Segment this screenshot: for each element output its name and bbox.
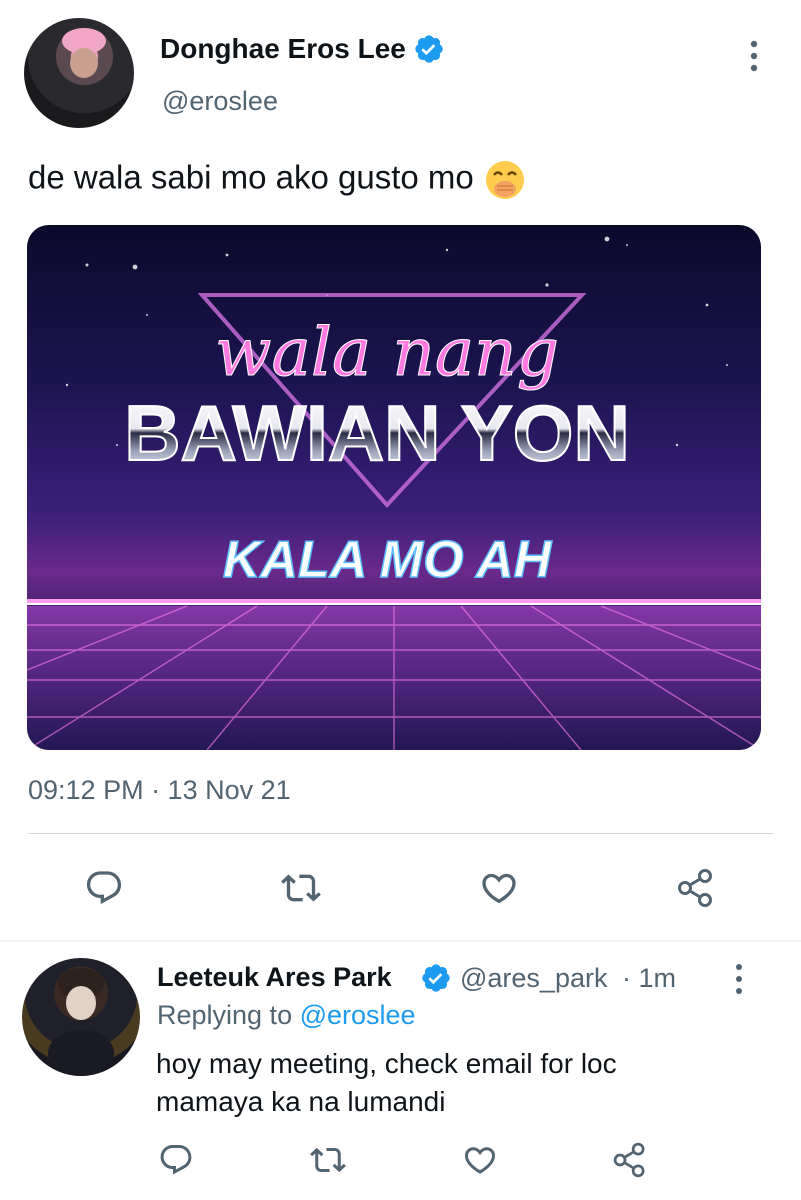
reply-verified-badge-icon xyxy=(422,964,450,992)
media-chrome-text: BAWIAN YON xyxy=(124,389,630,477)
reply-more-options-icon[interactable] xyxy=(727,962,751,996)
reply-like-button[interactable] xyxy=(460,1140,500,1180)
author-avatar[interactable] xyxy=(24,18,134,128)
reply-icon xyxy=(160,1145,192,1175)
author-name[interactable]: Donghae Eros Lee xyxy=(160,33,406,65)
reply-retweet-button[interactable] xyxy=(308,1140,348,1180)
reply-button[interactable] xyxy=(82,866,126,910)
reply-icon xyxy=(86,871,122,905)
share-button[interactable] xyxy=(674,866,718,910)
replying-to: Replying to @eroslee xyxy=(157,1000,416,1031)
tweet-text-content: de wala sabi mo ako gusto mo xyxy=(28,158,474,196)
media-script-text: wala nang xyxy=(215,314,559,391)
heart-icon xyxy=(482,873,516,904)
tweet-text: de wala sabi mo ako gusto mo xyxy=(28,158,527,202)
retweet-icon xyxy=(281,874,321,902)
replying-to-handle-link[interactable]: @eroslee xyxy=(300,1000,416,1030)
like-button[interactable] xyxy=(477,866,521,910)
share-icon xyxy=(678,869,712,907)
reply-reply-button[interactable] xyxy=(156,1140,196,1180)
retweet-button[interactable] xyxy=(279,866,323,910)
retweet-icon xyxy=(310,1147,346,1173)
author-handle[interactable]: @eroslee xyxy=(162,86,278,117)
section-divider xyxy=(0,940,801,942)
main-tweet: Donghae Eros Lee @eroslee de wala sabi m… xyxy=(0,0,801,940)
tweet-timestamp[interactable]: 09:12 PM · 13 Nov 21 xyxy=(28,775,291,806)
face-with-hand-over-mouth-icon xyxy=(485,161,524,199)
heart-icon xyxy=(464,1147,496,1174)
reply-time[interactable]: · 1m xyxy=(622,963,676,994)
reply-text-line: mamaya ka na lumandi xyxy=(156,1086,446,1117)
replying-to-label: Replying to xyxy=(157,1000,293,1030)
reply-author-handle[interactable]: @ares_park xyxy=(460,963,607,994)
tweet-media-image[interactable]: wala nang BAWIAN YON KALA MO AH xyxy=(27,225,761,750)
share-icon xyxy=(613,1142,645,1178)
reply-text: hoy may meeting, check email for loc mam… xyxy=(156,1045,756,1121)
verified-badge-icon xyxy=(415,35,443,63)
divider xyxy=(28,833,773,834)
reply-author-name[interactable]: Leeteuk Ares Park xyxy=(157,962,392,993)
more-options-icon[interactable] xyxy=(742,38,766,74)
media-neon-text: KALA MO AH xyxy=(223,531,553,589)
reply-author-avatar[interactable] xyxy=(22,958,140,1076)
reply-share-button[interactable] xyxy=(610,1140,650,1180)
reply-text-line: hoy may meeting, check email for loc xyxy=(156,1048,617,1079)
